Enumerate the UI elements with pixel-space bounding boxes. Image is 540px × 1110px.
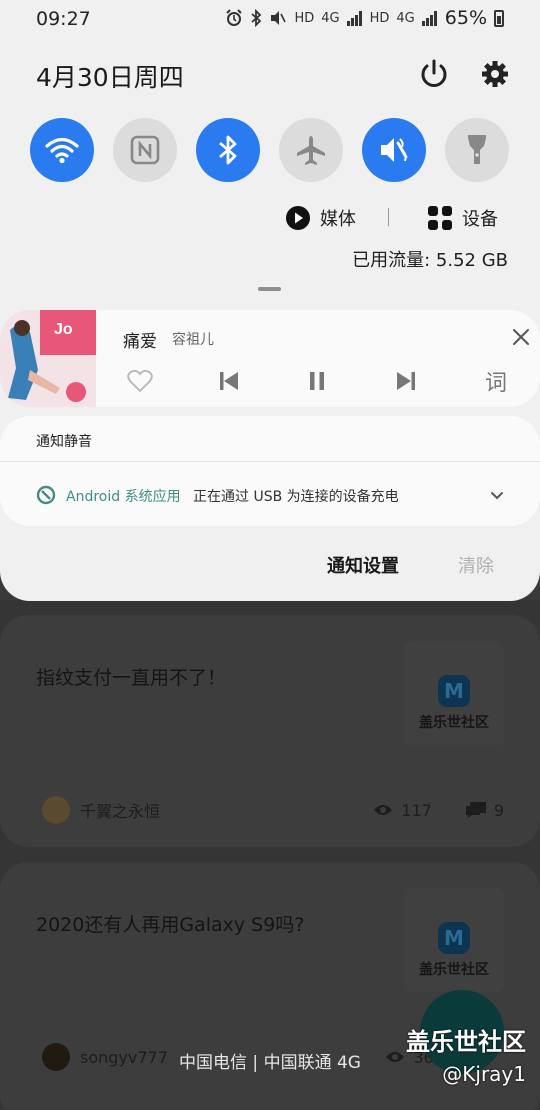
flashlight-toggle[interactable] xyxy=(445,118,509,182)
svg-text:Jo: Jo xyxy=(54,321,73,338)
date-label[interactable]: 4月30日周四 xyxy=(36,58,184,94)
lyrics-button[interactable]: 词 xyxy=(482,367,510,396)
bluetooth-icon xyxy=(251,9,262,27)
hd-label: HD xyxy=(369,10,390,26)
notification-settings-button[interactable]: 通知设置 xyxy=(327,552,399,578)
notification-app-name[interactable]: Android 系统应用 xyxy=(66,486,181,506)
divider xyxy=(0,461,540,462)
clear-button[interactable]: 清除 xyxy=(458,552,494,578)
wifi-toggle[interactable] xyxy=(30,118,94,182)
drag-handle[interactable] xyxy=(258,287,281,291)
post-meta: 千翼之永恒 117 9 xyxy=(42,795,504,825)
view-count-value: 117 xyxy=(401,800,432,820)
view-count: 117 xyxy=(373,801,432,820)
flashlight-icon xyxy=(468,135,486,164)
next-track-button[interactable] xyxy=(392,367,420,395)
battery-percent: 65% xyxy=(444,7,487,29)
devices-button[interactable]: 设备 xyxy=(428,205,498,231)
silent-notifications-card: 通知静音 Android 系统应用 正在通过 USB 为连接的设备充电 xyxy=(0,416,540,526)
hd-label: HD xyxy=(294,10,315,26)
comment-count-value: 9 xyxy=(493,800,504,820)
play-circle-icon xyxy=(286,206,310,230)
post-thumbnail: M 盖乐世社区 xyxy=(404,641,504,745)
eye-icon xyxy=(374,805,393,815)
status-icons: HD 4G HD 4G 65% xyxy=(225,7,504,29)
post-title[interactable]: 指纹支付一直用不了！ xyxy=(36,663,226,690)
mute-icon xyxy=(381,138,408,162)
post-author[interactable]: 千翼之永恒 xyxy=(80,798,373,822)
comment-icon xyxy=(465,802,486,818)
avatar[interactable] xyxy=(42,796,70,824)
sound-mode-toggle[interactable] xyxy=(362,118,426,182)
watermark-brand: 盖乐世社区 xyxy=(406,1028,526,1056)
data-usage: 已用流量: 5.52 GB xyxy=(352,250,508,271)
settings-button[interactable] xyxy=(479,58,511,90)
notification-shade: 09:27 HD 4G HD 4G 65% 4月30日周四 媒体 设备 已用流量… xyxy=(0,0,540,601)
previous-track-button[interactable] xyxy=(215,367,243,395)
nfc-icon xyxy=(130,135,160,165)
media-output-button[interactable]: 媒体 xyxy=(286,205,356,231)
bluetooth-icon xyxy=(219,135,237,165)
thumbnail-text: 盖乐世社区 xyxy=(419,715,489,731)
gear-icon xyxy=(482,61,508,87)
thumbnail-text: 盖乐世社区 xyxy=(419,962,489,978)
favorite-button[interactable] xyxy=(126,367,154,395)
close-icon xyxy=(513,329,529,345)
chevron-down-icon xyxy=(491,492,503,500)
wifi-icon xyxy=(45,137,79,164)
post-thumbnail: M 盖乐世社区 xyxy=(404,888,504,992)
post-card[interactable]: 指纹支付一直用不了！ M 盖乐世社区 千翼之永恒 117 9 xyxy=(0,615,540,847)
song-title: 痛爱 xyxy=(123,332,157,352)
post-title[interactable]: 2020还有人再用Galaxy S9吗? xyxy=(36,910,304,937)
signal-icon xyxy=(346,11,362,26)
skip-previous-icon xyxy=(220,372,238,390)
bluetooth-toggle[interactable] xyxy=(196,118,260,182)
clock: 09:27 xyxy=(36,8,91,30)
airplane-mode-toggle[interactable] xyxy=(279,118,343,182)
airplane-icon xyxy=(297,136,325,165)
section-header: 通知静音 xyxy=(36,434,92,450)
status-bar: 09:27 HD 4G HD 4G 65% xyxy=(0,0,540,36)
song-artist: 容祖儿 xyxy=(172,332,214,348)
signal-icon xyxy=(421,11,437,26)
power-icon xyxy=(421,59,447,87)
community-logo-icon: M xyxy=(438,922,470,954)
notification-message[interactable]: 正在通过 USB 为连接的设备充电 xyxy=(193,486,399,506)
media-label: 媒体 xyxy=(320,209,356,230)
music-player-card[interactable]: Jo 痛爱 容祖儿 词 xyxy=(0,310,540,407)
alarm-icon xyxy=(226,9,243,26)
divider xyxy=(388,208,389,226)
devices-grid-icon xyxy=(428,206,452,230)
album-art: Jo xyxy=(0,310,96,407)
heart-icon xyxy=(127,369,153,393)
devices-label: 设备 xyxy=(462,209,498,230)
network-label: 4G xyxy=(321,10,340,26)
power-button[interactable] xyxy=(418,58,450,90)
android-system-icon xyxy=(36,485,56,505)
community-logo-icon: M xyxy=(438,675,470,707)
network-label: 4G xyxy=(396,10,415,26)
pause-button[interactable] xyxy=(303,367,331,395)
expand-button[interactable] xyxy=(488,486,506,504)
comment-count: 9 xyxy=(465,800,504,820)
watermark-user: @Kjray1 xyxy=(442,1062,526,1086)
quick-settings xyxy=(30,118,510,182)
close-button[interactable] xyxy=(510,326,532,348)
nfc-toggle[interactable] xyxy=(113,118,177,182)
pause-icon xyxy=(310,372,324,390)
battery-icon xyxy=(494,9,504,27)
mute-icon xyxy=(271,11,287,25)
skip-next-icon xyxy=(397,372,415,390)
